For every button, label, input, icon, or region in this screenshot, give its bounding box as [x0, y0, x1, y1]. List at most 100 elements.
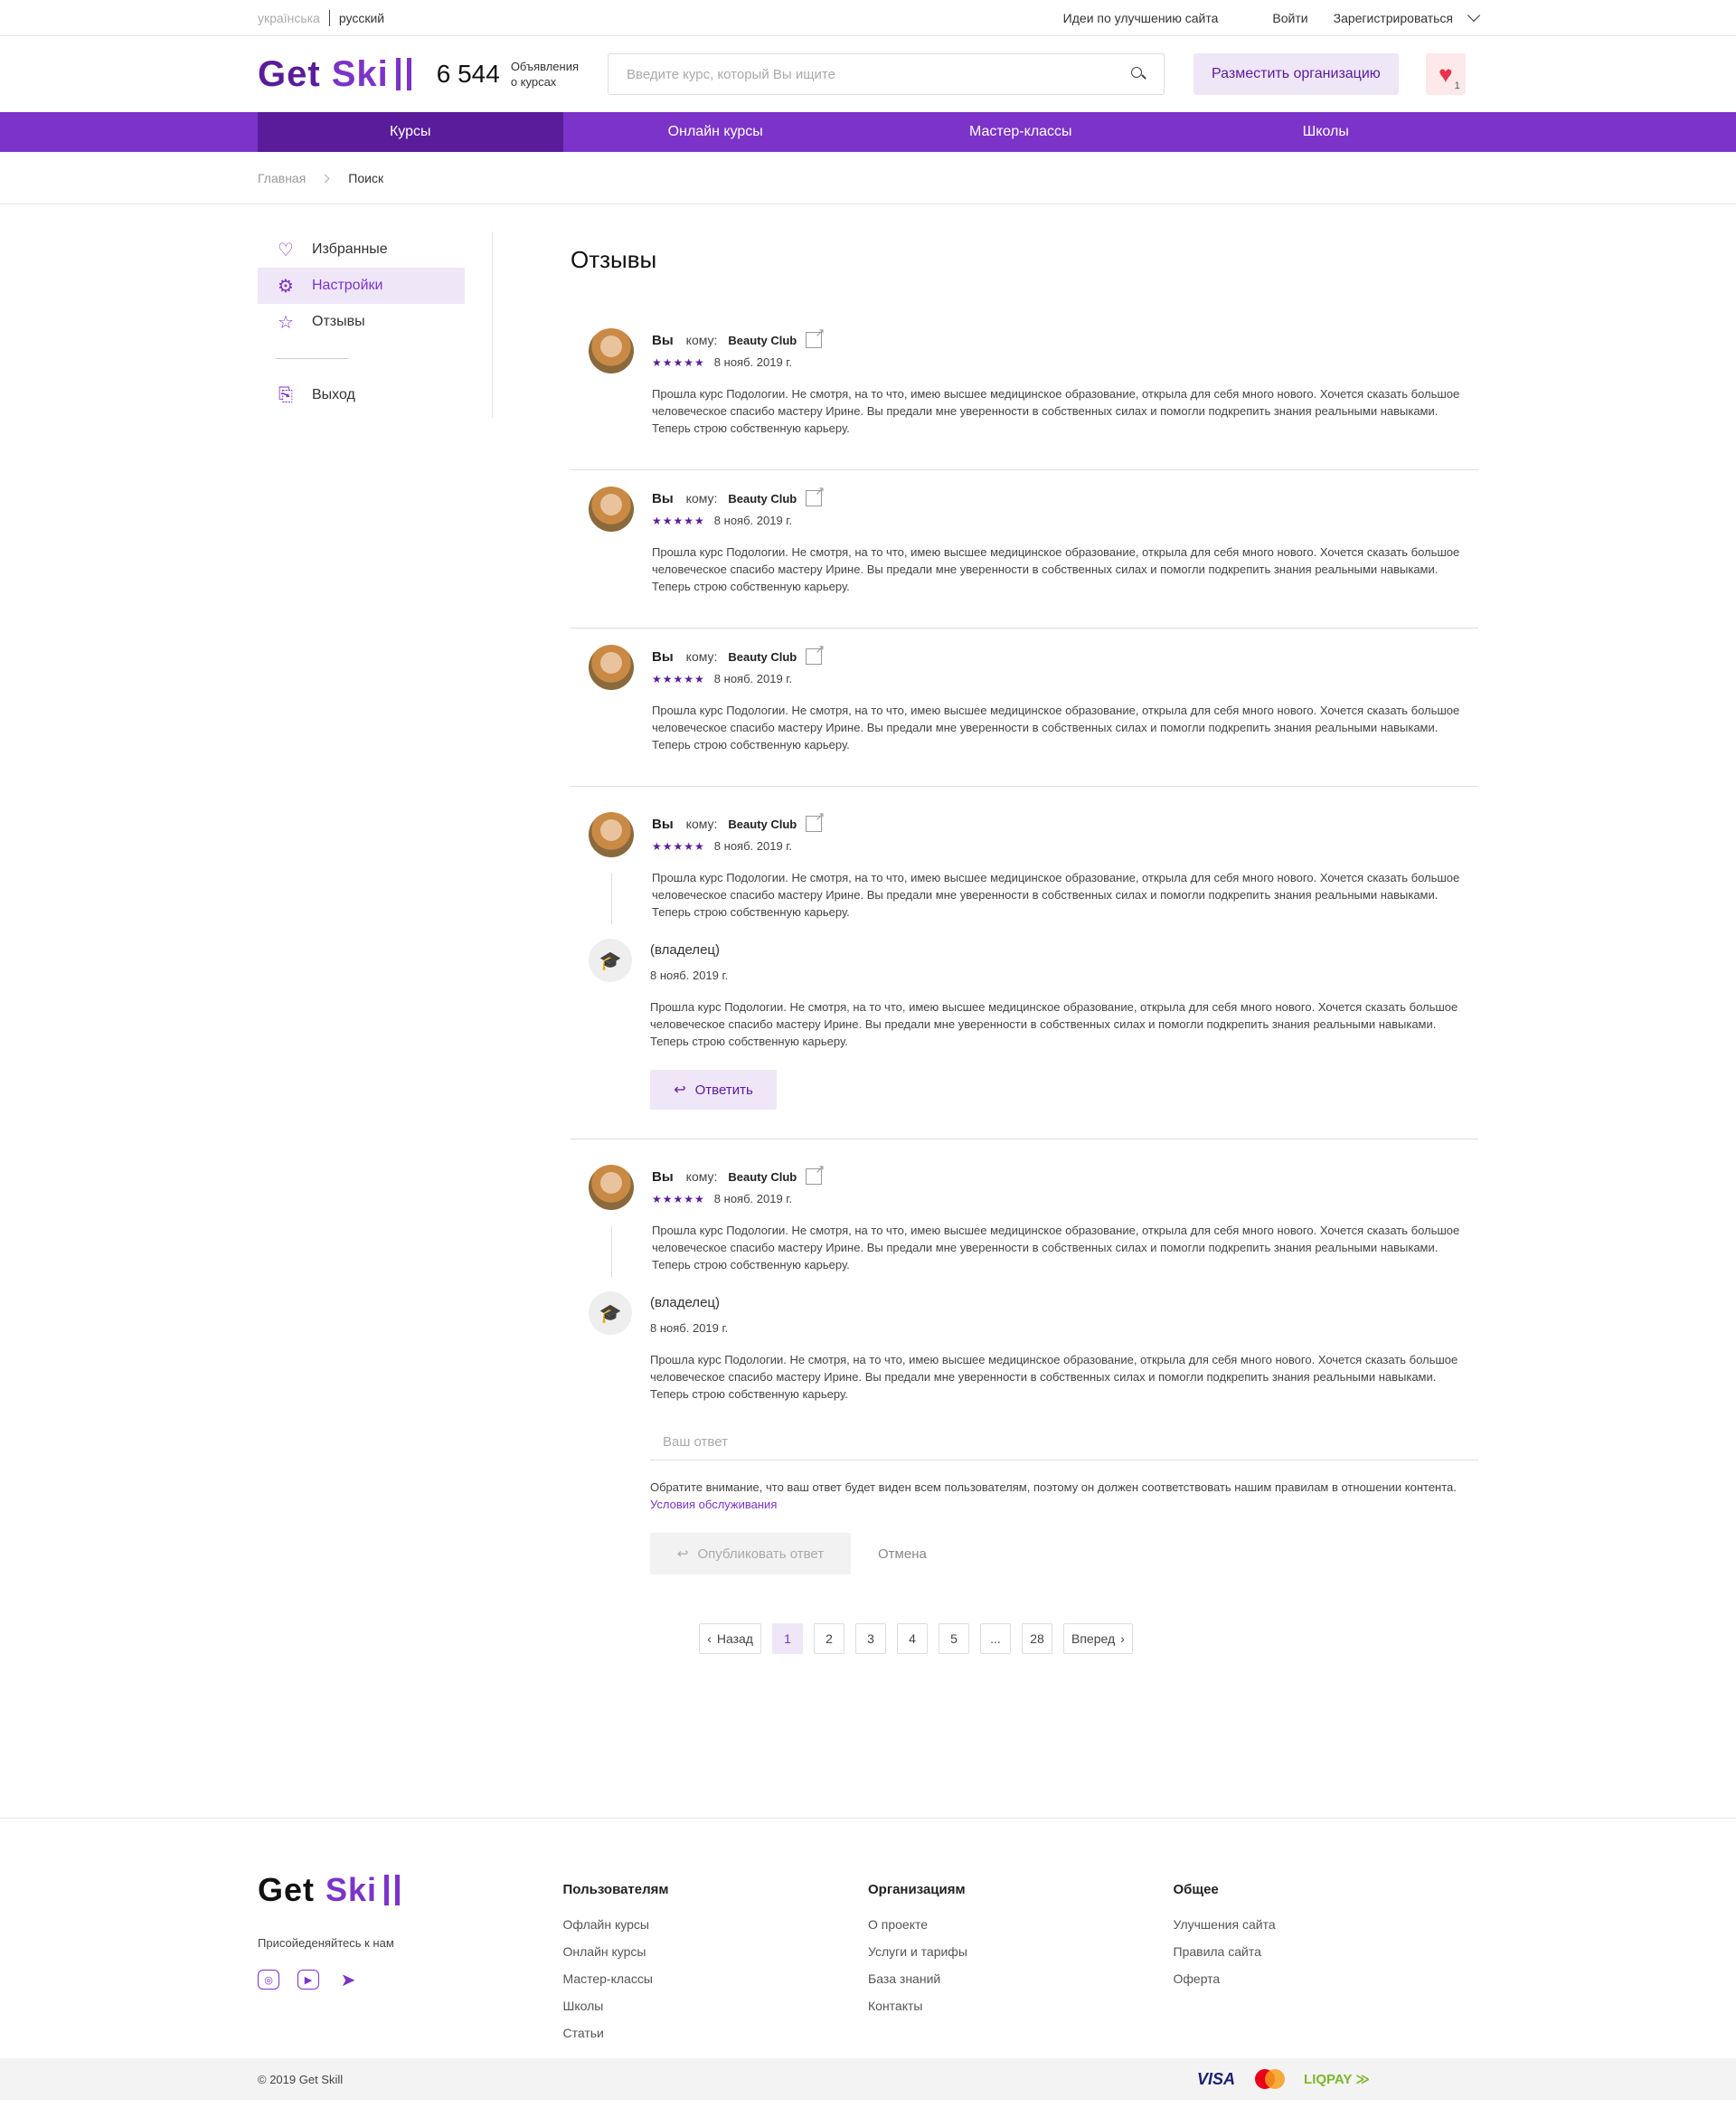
external-link-icon[interactable]	[806, 484, 825, 506]
footer-link[interactable]: Онлайн курсы	[563, 1944, 869, 1959]
ideas-link[interactable]: Идеи по улучшению сайта	[1063, 11, 1219, 25]
external-link-icon[interactable]	[806, 326, 825, 348]
nav-courses[interactable]: Курсы	[258, 112, 563, 152]
review-author: Вы	[652, 332, 674, 348]
nav-master-classes[interactable]: Мастер-классы	[868, 112, 1174, 152]
footer-link[interactable]: Контакты	[868, 1999, 1174, 2013]
mastercard-logo	[1253, 2069, 1286, 2089]
footer-link[interactable]: Офлайн курсы	[563, 1917, 869, 1932]
copyright: © 2019 Get Skill	[258, 2072, 344, 2086]
terms-link[interactable]: Условия обслуживания	[650, 1498, 777, 1511]
sidebar-item-reviews[interactable]: ☆ Отзывы	[258, 304, 465, 340]
logo-get: Get	[258, 1871, 316, 1908]
pagination-page[interactable]: 4	[896, 1623, 928, 1654]
review-organization[interactable]: Beauty Club	[728, 818, 797, 831]
lang-ukrainian[interactable]: українська	[258, 11, 320, 25]
owner-reply: 🎓 (владелец) 8 нояб. 2019 г. Прошла курс…	[589, 1291, 1478, 1574]
review-item: Вы кому: Beauty Club ★★★★★ 8 нояб. 2019 …	[571, 1139, 1478, 1607]
avatar	[589, 1165, 634, 1210]
heart-outline-icon: ♡	[278, 240, 294, 260]
footer-link[interactable]: Оферта	[1174, 1971, 1479, 1986]
login-link[interactable]: Войти	[1272, 11, 1307, 25]
external-link-icon[interactable]	[806, 1162, 825, 1185]
review-organization[interactable]: Beauty Club	[728, 650, 797, 664]
footer-link[interactable]: Мастер-классы	[563, 1971, 869, 1986]
review-text: Прошла курс Подологии. Не смотря, на то …	[652, 704, 1460, 752]
lang-russian[interactable]: русский	[339, 11, 384, 25]
place-organization-button[interactable]: Разместить организацию	[1194, 53, 1399, 95]
review-organization[interactable]: Beauty Club	[728, 1170, 797, 1184]
liqpay-label: LIQPAY	[1304, 2072, 1353, 2087]
review-to-label: кому:	[685, 1169, 718, 1184]
cancel-button[interactable]: Отмена	[878, 1546, 927, 1562]
pagination-page[interactable]: 28	[1021, 1623, 1052, 1654]
youtube-icon[interactable]: ▶	[297, 1970, 319, 1990]
pagination-next[interactable]: Вперед ›	[1062, 1623, 1133, 1654]
review-organization[interactable]: Beauty Club	[728, 492, 797, 506]
logo-bars	[395, 58, 411, 90]
footer-link[interactable]: Правила сайта	[1174, 1944, 1479, 1959]
owner-reply-date: 8 нояб. 2019 г.	[650, 1321, 729, 1335]
footer-logo[interactable]: Get Ski	[258, 1871, 563, 1909]
graduation-cap-icon: 🎓	[589, 939, 632, 982]
logout-icon: ⎘	[278, 384, 293, 405]
lang-divider	[328, 10, 330, 26]
nav-schools[interactable]: Школы	[1174, 112, 1479, 152]
answer-input[interactable]	[650, 1424, 1478, 1460]
logo[interactable]: Get Ski	[258, 54, 411, 95]
breadcrumb-home[interactable]: Главная	[258, 171, 306, 185]
pagination-prev[interactable]: ‹ Назад	[699, 1623, 761, 1654]
chevron-right-icon: ›	[1120, 1631, 1125, 1646]
external-link-icon[interactable]	[806, 809, 825, 832]
listings-count: 6 544	[436, 60, 500, 88]
pagination-page[interactable]: 5	[938, 1623, 969, 1654]
sidebar: ♡ Избранные ⚙ Настройки ☆ Отзывы ⎘ Выход	[258, 232, 493, 418]
footer-link[interactable]: Школы	[563, 1999, 869, 2013]
favorites-count: 1	[1454, 80, 1460, 91]
favorites-button[interactable]: ♥ 1	[1425, 53, 1466, 95]
chevron-right-icon	[320, 174, 330, 183]
notice-text: Обратите внимание, что ваш ответ будет в…	[650, 1480, 1457, 1494]
thread-line	[611, 1226, 612, 1277]
external-link-icon[interactable]	[806, 642, 825, 665]
sidebar-item-logout[interactable]: ⎘ Выход	[258, 377, 465, 413]
publish-answer-button[interactable]: ↩ Опубликовать ответ	[650, 1533, 851, 1574]
nav-online-courses[interactable]: Онлайн курсы	[563, 112, 869, 152]
breadcrumb-current: Поиск	[348, 171, 384, 185]
rating-stars: ★★★★★	[652, 1192, 705, 1205]
footer-link[interactable]: О проекте	[868, 1917, 1174, 1932]
review-text: Прошла курс Подологии. Не смотря, на то …	[652, 871, 1460, 919]
sidebar-item-label: Отзывы	[312, 314, 365, 329]
content: Отзывы Вы кому: Beauty Club ★★★★★	[493, 232, 1478, 1654]
social-links: ◎ ▶ ➤	[258, 1970, 563, 1990]
review-date: 8 нояб. 2019 г.	[713, 839, 793, 853]
logo-skill: Ski	[326, 1871, 378, 1908]
language-switcher: українська русский	[258, 10, 384, 26]
owner-label: (владелец)	[650, 942, 720, 958]
review-author: Вы	[652, 1168, 674, 1185]
footer-link[interactable]: Улучшения сайта	[1174, 1917, 1479, 1932]
sidebar-item-label: Выход	[312, 387, 355, 402]
graduation-cap-icon: 🎓	[589, 1291, 632, 1335]
search-icon[interactable]	[1131, 67, 1146, 81]
instagram-icon[interactable]: ◎	[258, 1970, 279, 1990]
footer-link[interactable]: База знаний	[868, 1971, 1174, 1986]
main-area: ♡ Избранные ⚙ Настройки ☆ Отзывы ⎘ Выход…	[258, 204, 1478, 1654]
chevron-left-icon: ‹	[707, 1631, 712, 1646]
reply-button[interactable]: ↩ Ответить	[650, 1070, 777, 1110]
pagination-page[interactable]: 3	[854, 1623, 886, 1654]
footer-link[interactable]: Услуги и тарифы	[868, 1944, 1174, 1959]
owner-reply-text: Прошла курс Подологии. Не смотря, на то …	[650, 1353, 1458, 1401]
review-author: Вы	[652, 816, 674, 832]
sidebar-item-settings[interactable]: ⚙ Настройки	[258, 268, 465, 304]
sidebar-item-favorites[interactable]: ♡ Избранные	[258, 232, 465, 268]
register-link[interactable]: Зарегистрироваться	[1334, 11, 1453, 25]
pagination-next-label: Вперед	[1071, 1631, 1116, 1646]
footer-link[interactable]: Статьи	[563, 2026, 869, 2040]
telegram-icon[interactable]: ➤	[337, 1970, 359, 1990]
pagination-page[interactable]: 1	[771, 1623, 803, 1654]
chevron-down-icon[interactable]	[1467, 8, 1481, 23]
search-input[interactable]	[627, 66, 1132, 82]
review-organization[interactable]: Beauty Club	[728, 334, 797, 347]
pagination-page[interactable]: 2	[813, 1623, 844, 1654]
